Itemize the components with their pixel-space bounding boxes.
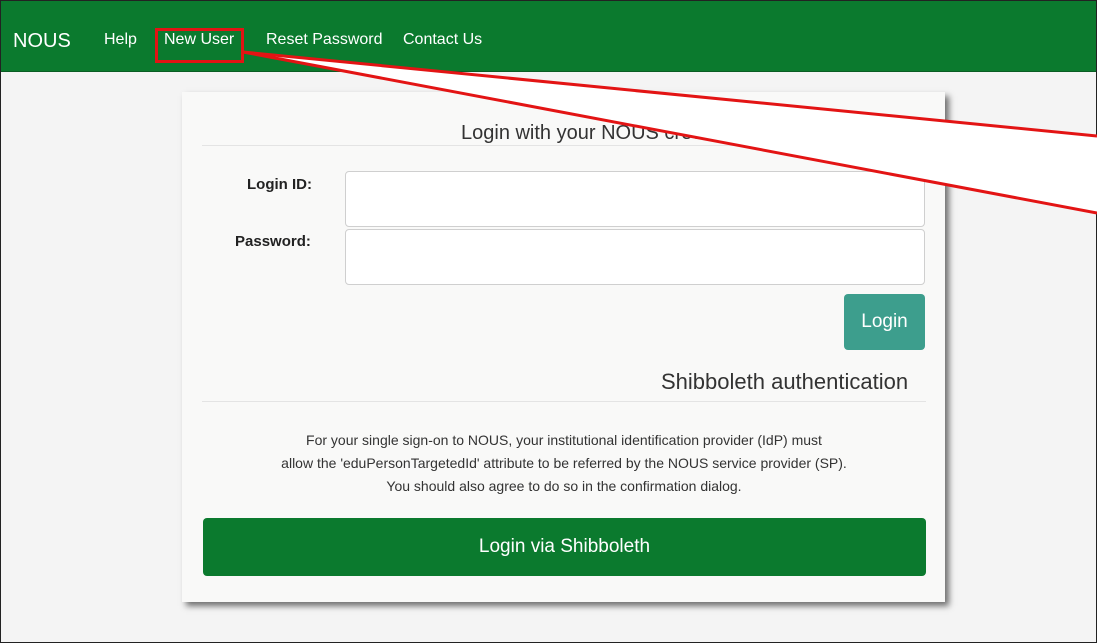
new-user-highlight-box: [155, 28, 244, 63]
login-button[interactable]: Login: [844, 294, 925, 350]
login-id-input[interactable]: [345, 171, 925, 227]
password-input[interactable]: [345, 229, 925, 285]
nav-contact-us-link[interactable]: Contact Us: [403, 1, 482, 71]
login-via-shibboleth-button[interactable]: Login via Shibboleth: [203, 518, 926, 576]
login-panel-title: Login with your NOUS credentials: [461, 122, 762, 144]
info-line: allow the 'eduPersonTargetedId' attribut…: [281, 455, 847, 471]
shibboleth-heading: Shibboleth authentication: [661, 369, 909, 394]
nav-reset-password-link[interactable]: Reset Password: [266, 1, 383, 71]
shibboleth-info-text: For your single sign-on to NOUS, your in…: [202, 429, 926, 498]
title-divider: [202, 145, 926, 146]
password-label: Password:: [235, 233, 311, 250]
brand-link[interactable]: NOUS: [13, 1, 71, 71]
login-id-label: Login ID:: [247, 176, 312, 193]
info-line: You should also agree to do so in the co…: [386, 478, 742, 494]
nav-help-link[interactable]: Help: [104, 1, 137, 71]
info-line: For your single sign-on to NOUS, your in…: [306, 432, 822, 448]
shibboleth-divider: [202, 401, 926, 402]
browser-window: NOUS Help New User Reset Password Contac…: [0, 0, 1097, 643]
